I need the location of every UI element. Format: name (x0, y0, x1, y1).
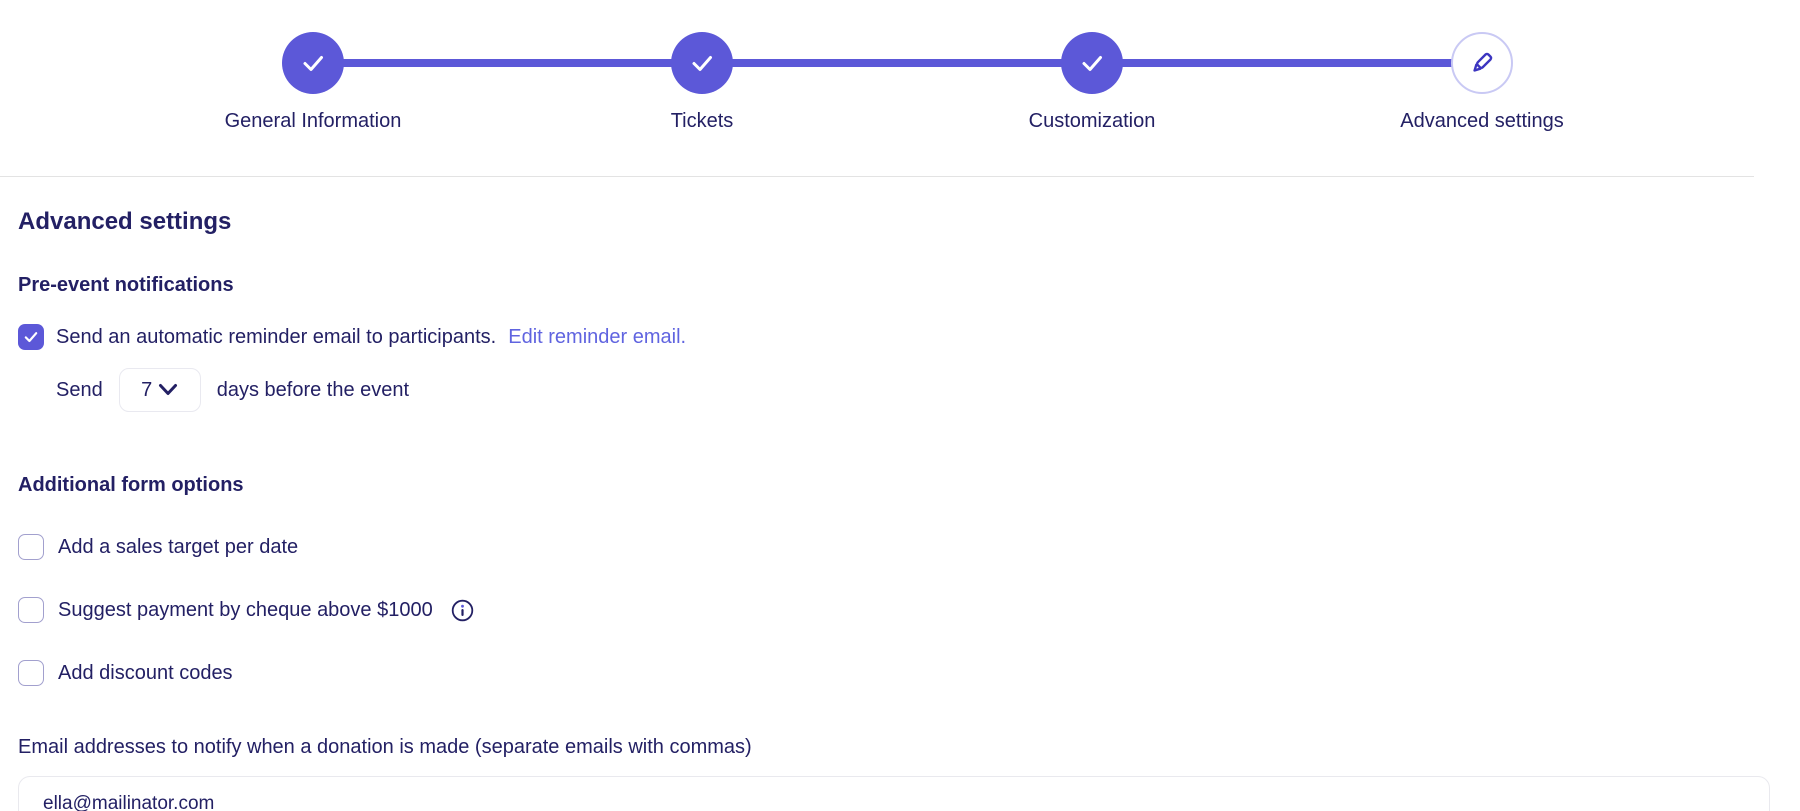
step-label: General Information (225, 110, 402, 133)
discount-codes-label: Add discount codes (58, 662, 233, 685)
step-label: Customization (1029, 110, 1156, 133)
info-icon[interactable] (451, 599, 474, 622)
send-label: Send (56, 379, 103, 402)
step-customization[interactable]: Customization (942, 32, 1242, 133)
advanced-settings-panel: Advanced settings Pre-event notification… (0, 208, 1800, 811)
days-before-value: 7 (141, 379, 152, 402)
donation-emails-input[interactable] (18, 776, 1770, 811)
cheque-payment-label: Suggest payment by cheque above $1000 (58, 599, 433, 622)
pencil-icon (1468, 49, 1496, 77)
pre-event-notifications-heading: Pre-event notifications (18, 274, 1772, 297)
days-before-select[interactable]: 7 (119, 368, 201, 412)
reminder-email-row: Send an automatic reminder email to part… (18, 324, 1772, 350)
discount-codes-row: Add discount codes (18, 660, 1772, 686)
sales-target-checkbox[interactable] (18, 534, 44, 560)
discount-codes-checkbox[interactable] (18, 660, 44, 686)
step-circle-completed (1061, 32, 1123, 94)
page-title: Advanced settings (18, 208, 1772, 236)
step-tickets[interactable]: Tickets (552, 32, 852, 133)
stepper-connector-line (313, 59, 1482, 67)
check-icon (298, 48, 328, 78)
reminder-email-label: Send an automatic reminder email to part… (56, 326, 496, 349)
step-circle-completed (282, 32, 344, 94)
step-circle-current (1451, 32, 1513, 94)
step-label: Tickets (671, 110, 734, 133)
cheque-payment-row: Suggest payment by cheque above $1000 (18, 597, 1772, 623)
sales-target-label: Add a sales target per date (58, 536, 298, 559)
additional-form-options-heading: Additional form options (18, 474, 1772, 497)
donation-emails-label: Email addresses to notify when a donatio… (18, 736, 1772, 759)
send-days-row: Send 7 days before the event (56, 368, 1772, 412)
days-before-label: days before the event (217, 379, 409, 402)
sales-target-row: Add a sales target per date (18, 534, 1772, 560)
step-circle-completed (671, 32, 733, 94)
chevron-down-icon (158, 383, 178, 397)
wizard-stepper: General Information Tickets Customizatio… (0, 0, 1800, 176)
edit-reminder-email-link[interactable]: Edit reminder email. (508, 326, 686, 349)
check-icon (687, 48, 717, 78)
section-divider (0, 176, 1754, 177)
check-icon (22, 328, 40, 346)
step-advanced-settings[interactable]: Advanced settings (1332, 32, 1632, 133)
step-general-information[interactable]: General Information (163, 32, 463, 133)
reminder-email-checkbox[interactable] (18, 324, 44, 350)
check-icon (1077, 48, 1107, 78)
cheque-payment-checkbox[interactable] (18, 597, 44, 623)
step-label: Advanced settings (1400, 110, 1563, 133)
